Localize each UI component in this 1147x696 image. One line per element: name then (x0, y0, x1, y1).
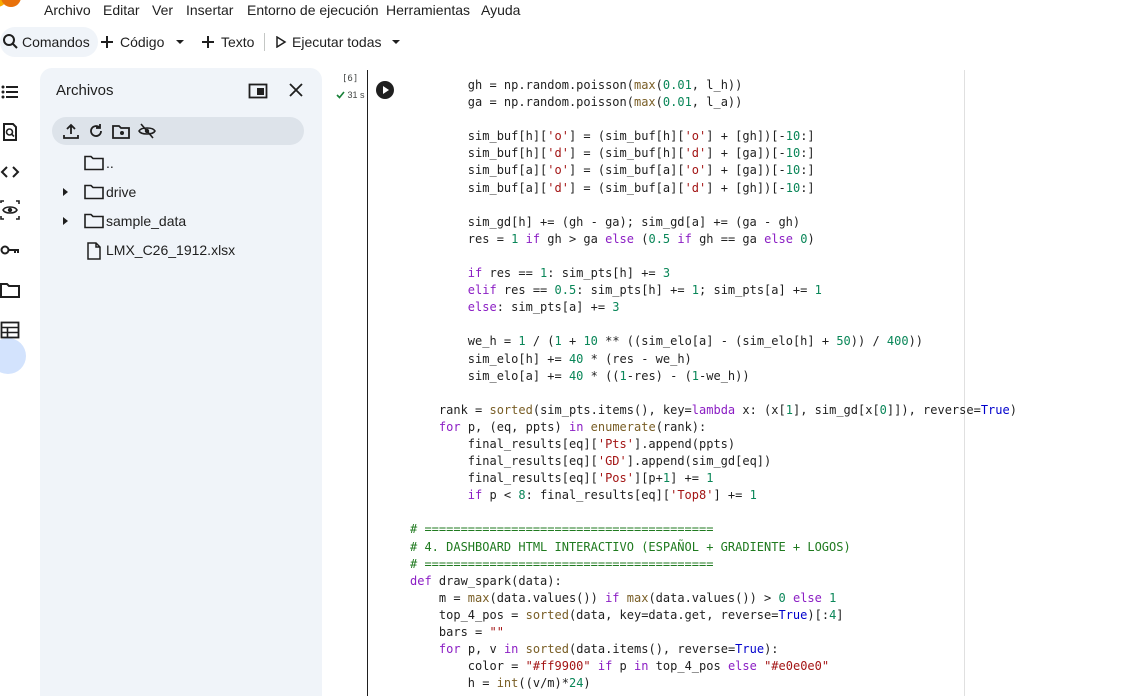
code-line: sim_elo[a] += 40 * ((1-res) - (1-we_h)) (410, 368, 750, 383)
toolbar: Comandos Código Texto Ejecutar todas (0, 27, 1147, 57)
code-line: def draw_spark(data): (410, 573, 562, 588)
run-all-label: Ejecutar todas (292, 34, 382, 50)
plus-icon (101, 36, 113, 48)
code-editor[interactable]: gh = np.random.poisson(max(0.01, l_h)) g… (410, 77, 1017, 692)
code-line: # ======================================… (410, 556, 714, 571)
add-text-label: Texto (221, 34, 255, 50)
files-toolbar (52, 117, 304, 145)
folder-icon (84, 184, 104, 200)
menu-ayuda[interactable]: Ayuda (481, 2, 520, 18)
folder-icon (84, 213, 104, 229)
menu-herramientas[interactable]: Herramientas (386, 2, 470, 18)
menu-entorno-ejecucion[interactable]: Entorno de ejecución (247, 2, 379, 18)
code-snippets-icon[interactable] (0, 162, 20, 182)
active-indicator (0, 338, 26, 374)
code-line: sim_buf[a]['o'] = (sim_buf[a]['o'] + [ga… (410, 163, 815, 178)
file-icon (87, 242, 101, 260)
add-code-label: Código (120, 34, 165, 50)
run-all-dropdown[interactable] (390, 27, 402, 57)
run-all-button[interactable]: Ejecutar todas (275, 27, 382, 57)
code-line: top_4_pos = sorted(data, key=data.get, r… (410, 607, 844, 622)
upload-icon[interactable] (62, 122, 80, 140)
commands-button[interactable]: Comandos (0, 27, 98, 57)
run-cell-button[interactable] (375, 80, 395, 100)
toolbar-divider (264, 33, 265, 51)
left-rail (0, 66, 34, 696)
code-line: gh = np.random.poisson(max(0.01, l_h)) (410, 78, 743, 92)
hide-eye-icon[interactable] (138, 122, 156, 140)
tree-item-label: drive (106, 184, 137, 200)
code-line: elif res == 0.5: sim_pts[h] += 1; sim_pt… (467, 283, 822, 298)
add-code-dropdown[interactable] (174, 27, 186, 57)
check-icon (336, 91, 345, 99)
secrets-key-icon[interactable] (0, 240, 20, 260)
code-line: bars = "" (410, 625, 504, 639)
data-table-icon[interactable] (0, 320, 20, 340)
variables-eye-icon[interactable] (0, 200, 20, 220)
cell-focus-border (367, 70, 368, 696)
code-line: for p, v in sorted(data.items(), reverse… (438, 642, 779, 657)
open-in-tab-icon[interactable] (248, 82, 268, 100)
menu-bar: Archivo Editar Ver Insertar Entorno de e… (0, 0, 1147, 24)
execution-time: 31 s (347, 90, 365, 100)
tree-item-label: sample_data (106, 213, 187, 229)
chevron-right-icon[interactable] (60, 186, 70, 198)
code-line: # ======================================… (410, 522, 714, 537)
add-text-button[interactable]: Texto (201, 27, 254, 57)
code-line: sim_buf[h]['o'] = (sim_buf[h]['o'] + [gh… (410, 129, 815, 144)
code-line: m = max(data.values()) if max(data.value… (410, 590, 837, 605)
code-line: # 4. DASHBOARD HTML INTERACTIVO (ESPAÑOL… (410, 539, 851, 554)
cell-gutter: [6] 31 s (330, 66, 366, 696)
folder-icon[interactable] (0, 280, 20, 300)
mount-drive-icon[interactable] (112, 122, 130, 140)
tree-item-label: LMX_C26_1912.xlsx (106, 242, 236, 258)
code-line: we_h = 1 / (1 + 10 ** ((sim_elo[a] - (si… (410, 334, 924, 349)
code-line: for p, (eq, ppts) in enumerate(rank): (438, 419, 707, 434)
code-line: sim_buf[a]['d'] = (sim_buf[a]['d'] + [gh… (410, 180, 815, 195)
code-line: if p < 8: final_results[eq]['Top8'] += 1 (467, 488, 757, 503)
code-line: if res == 1: sim_pts[h] += 3 (467, 266, 671, 281)
add-code-button[interactable]: Código (100, 27, 164, 57)
code-line: ga = np.random.poisson(max(0.01, l_a)) (410, 95, 743, 110)
code-line: final_results[eq]['Pos'][p+1] += 1 (410, 471, 714, 486)
files-panel-title: Archivos (56, 82, 114, 99)
code-line: else: sim_pts[a] += 3 (467, 300, 620, 315)
execution-count: [6] (342, 74, 359, 84)
code-line: res = 1 if gh > ga else (0.5 if gh == ga… (410, 231, 815, 246)
colab-logo-icon (0, 0, 21, 7)
plus-icon (202, 36, 214, 48)
caret-down-icon (392, 40, 400, 44)
code-line: sim_buf[h]['d'] = (sim_buf[h]['d'] + [ga… (410, 146, 815, 161)
folder-icon (84, 155, 104, 171)
table-of-contents-icon[interactable] (0, 82, 20, 102)
search-icon (3, 34, 18, 49)
code-line: h = int((v/m)*24) (410, 676, 591, 691)
code-line: final_results[eq]['GD'].append(sim_gd[eq… (410, 454, 772, 469)
code-line: sim_elo[h] += 40 * (res - we_h) (410, 351, 692, 366)
chevron-right-icon[interactable] (60, 215, 70, 227)
caret-down-icon (176, 40, 184, 44)
find-replace-icon[interactable] (0, 122, 20, 142)
menu-editar[interactable]: Editar (103, 2, 140, 18)
code-line: rank = sorted(sim_pts.items(), key=lambd… (410, 402, 1017, 417)
commands-label: Comandos (22, 34, 90, 50)
code-line: color = "#ff9900" if p in top_4_pos else… (410, 659, 830, 674)
refresh-icon[interactable] (87, 122, 105, 140)
code-line: sim_gd[h] += (gh - ga); sim_gd[a] += (ga… (410, 214, 801, 229)
play-icon (276, 36, 287, 48)
code-line: final_results[eq]['Pts'].append(ppts) (410, 436, 736, 451)
files-panel: Archivos .. drive sample_data LMX_C26_19… (40, 68, 322, 696)
tree-item-label: .. (106, 155, 114, 171)
menu-archivo[interactable]: Archivo (44, 2, 91, 18)
close-icon[interactable] (288, 82, 304, 98)
menu-ver[interactable]: Ver (152, 2, 173, 18)
execution-status: 31 s (336, 90, 365, 100)
menu-insertar[interactable]: Insertar (186, 2, 233, 18)
